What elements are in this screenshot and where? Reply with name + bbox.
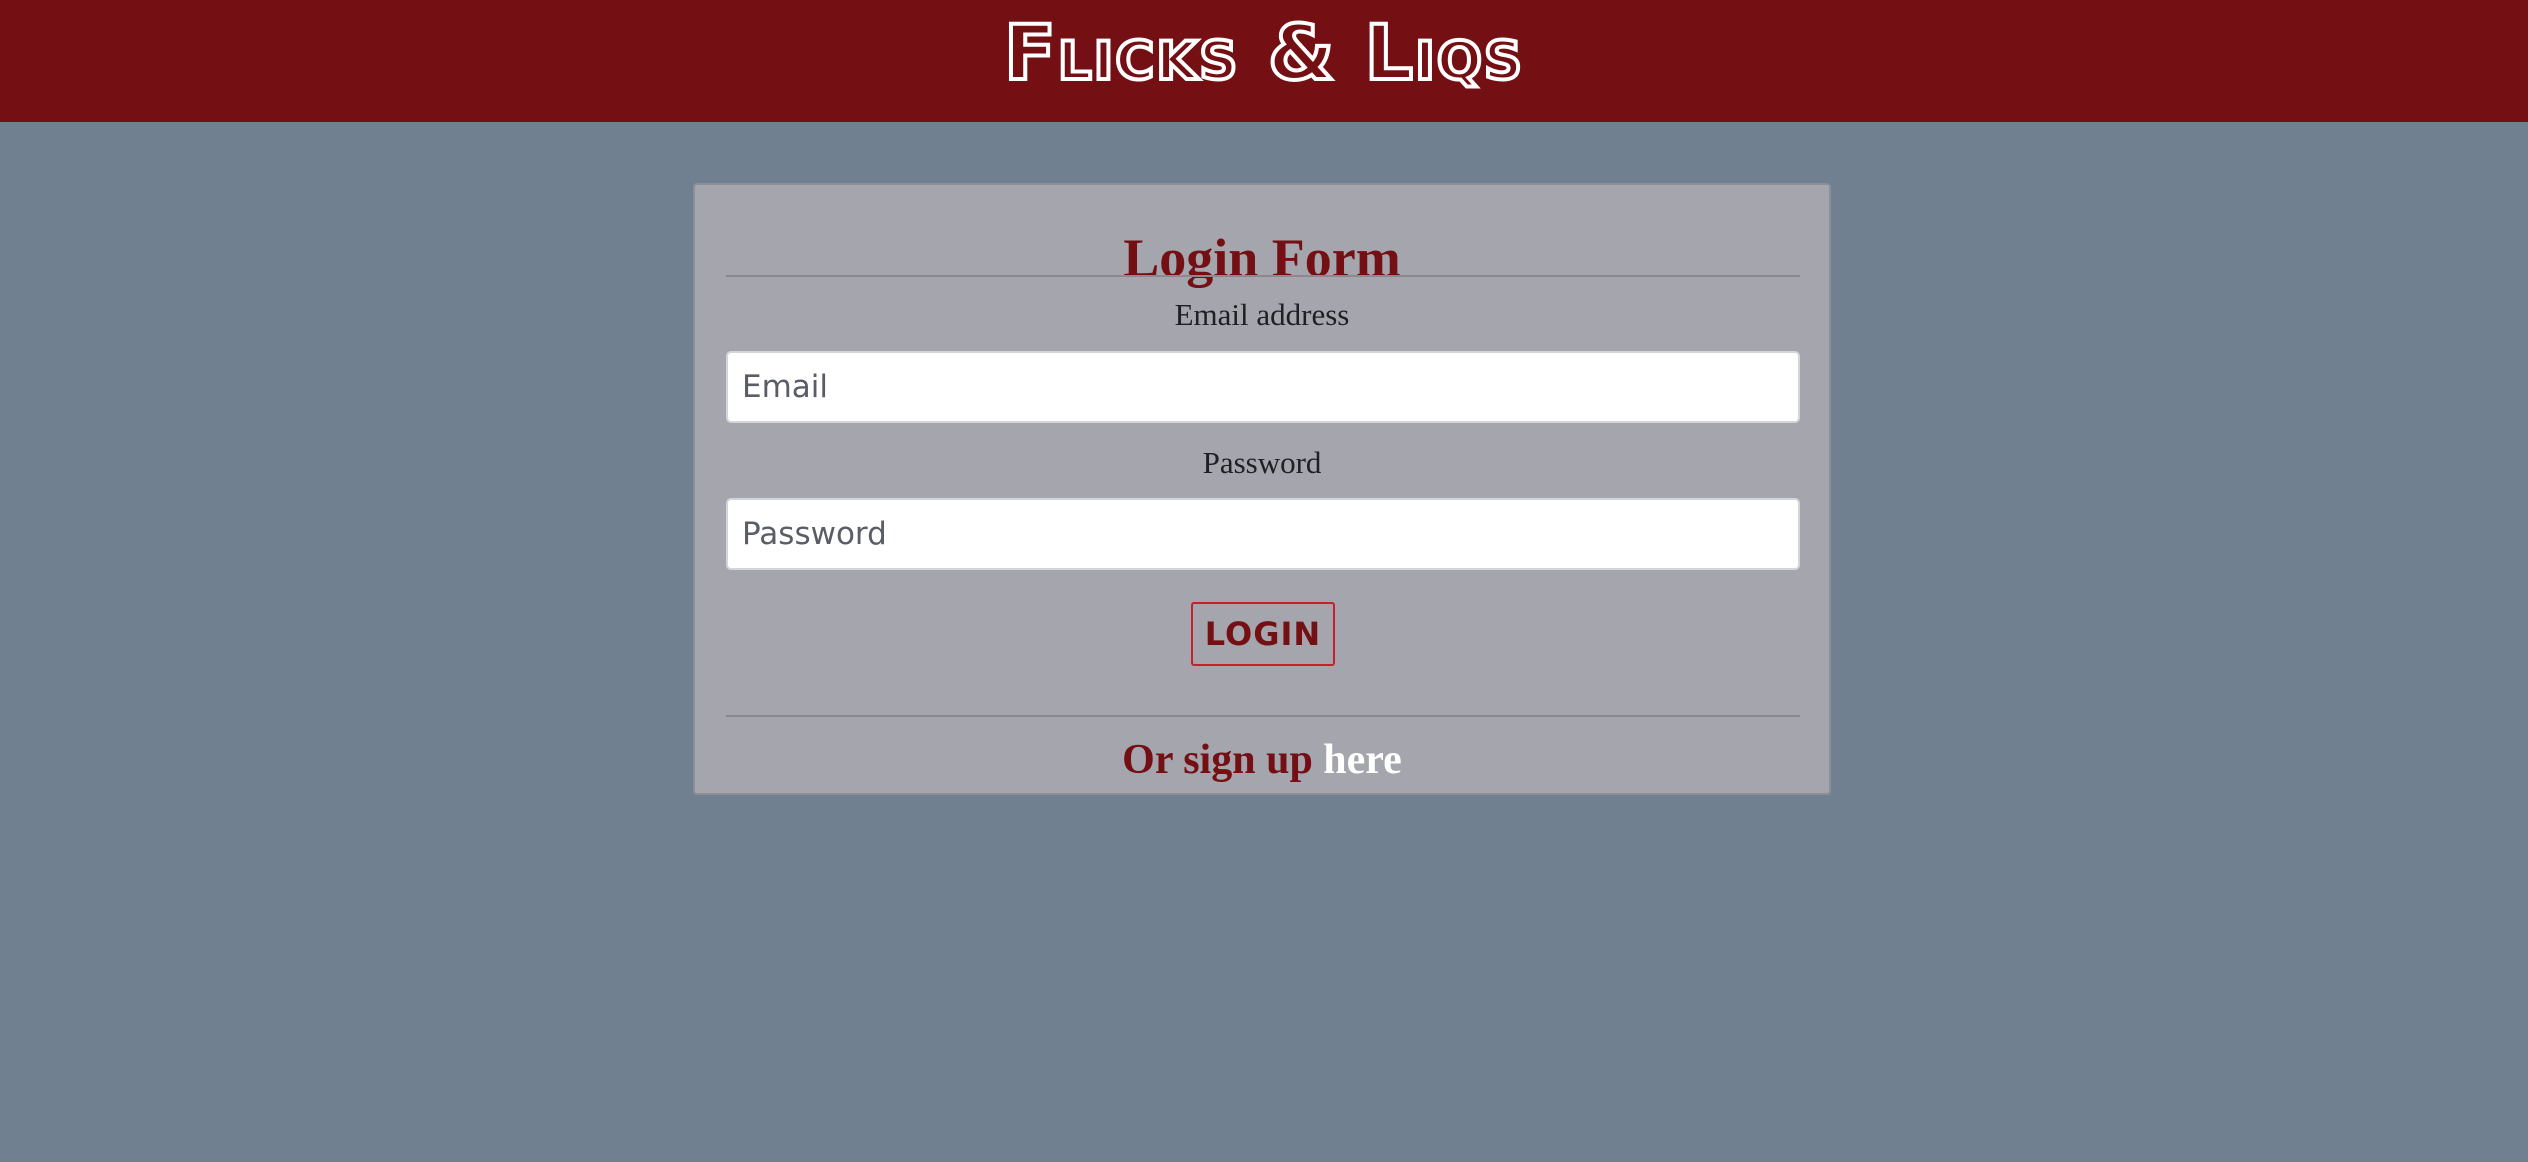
bottom-divider [726, 715, 1800, 717]
brand-logo[interactable]: Flicks & Liqs [0, 6, 2528, 99]
login-button[interactable]: LOGIN [1191, 602, 1335, 666]
top-divider [726, 275, 1800, 277]
email-label: Email address [1174, 297, 1350, 332]
email-field[interactable] [726, 351, 1800, 423]
signup-prompt: Or sign up here [695, 735, 1829, 785]
login-form-title: Login Form [1123, 227, 1401, 288]
password-label: Password [1202, 445, 1322, 480]
navbar: Flicks & Liqs [0, 0, 2528, 122]
signup-link[interactable]: here [1323, 737, 1402, 783]
password-field[interactable] [726, 498, 1800, 570]
signup-prefix-text: Or sign up [1122, 737, 1313, 783]
login-card: Login Form Email address Password LOGIN … [693, 183, 1831, 795]
